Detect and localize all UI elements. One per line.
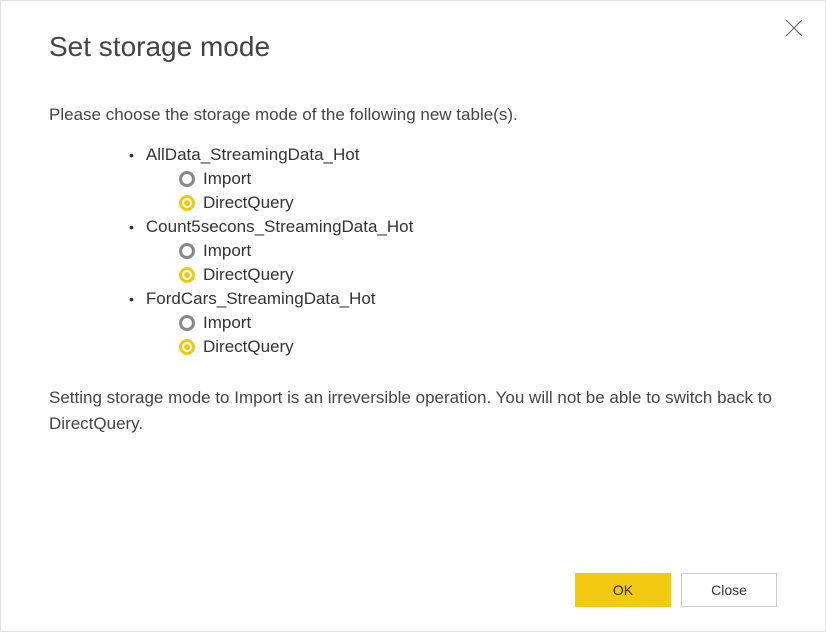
radio-label: Import: [203, 313, 251, 333]
options-group: Import DirectQuery: [179, 241, 777, 285]
radio-import[interactable]: Import: [179, 241, 777, 261]
radio-icon: [179, 315, 195, 331]
radio-label: DirectQuery: [203, 337, 294, 357]
radio-label: Import: [203, 241, 251, 261]
radio-icon: [179, 195, 195, 211]
warning-text: Setting storage mode to Import is an irr…: [49, 385, 777, 436]
radio-label: Import: [203, 169, 251, 189]
options-group: Import DirectQuery: [179, 169, 777, 213]
list-item: • AllData_StreamingData_Hot: [129, 145, 777, 165]
dialog-title: Set storage mode: [49, 31, 777, 63]
close-button[interactable]: Close: [681, 573, 777, 607]
radio-import[interactable]: Import: [179, 169, 777, 189]
radio-label: DirectQuery: [203, 265, 294, 285]
table-item: • AllData_StreamingData_Hot Import Direc…: [129, 145, 777, 213]
button-row: OK Close: [575, 573, 777, 607]
intro-text: Please choose the storage mode of the fo…: [49, 105, 777, 125]
storage-mode-dialog: Set storage mode Please choose the stora…: [0, 0, 826, 632]
close-icon[interactable]: [785, 19, 803, 37]
radio-icon: [179, 339, 195, 355]
table-name: FordCars_StreamingData_Hot: [146, 289, 376, 309]
radio-icon: [179, 243, 195, 259]
ok-button[interactable]: OK: [575, 573, 671, 607]
list-item: • Count5secons_StreamingData_Hot: [129, 217, 777, 237]
options-group: Import DirectQuery: [179, 313, 777, 357]
table-list: • AllData_StreamingData_Hot Import Direc…: [129, 145, 777, 357]
bullet-icon: •: [129, 148, 134, 162]
radio-directquery[interactable]: DirectQuery: [179, 265, 777, 285]
radio-icon: [179, 171, 195, 187]
table-item: • FordCars_StreamingData_Hot Import Dire…: [129, 289, 777, 357]
bullet-icon: •: [129, 292, 134, 306]
radio-icon: [179, 267, 195, 283]
table-name: AllData_StreamingData_Hot: [146, 145, 360, 165]
radio-directquery[interactable]: DirectQuery: [179, 193, 777, 213]
list-item: • FordCars_StreamingData_Hot: [129, 289, 777, 309]
table-name: Count5secons_StreamingData_Hot: [146, 217, 413, 237]
bullet-icon: •: [129, 220, 134, 234]
radio-directquery[interactable]: DirectQuery: [179, 337, 777, 357]
radio-import[interactable]: Import: [179, 313, 777, 333]
radio-label: DirectQuery: [203, 193, 294, 213]
table-item: • Count5secons_StreamingData_Hot Import …: [129, 217, 777, 285]
